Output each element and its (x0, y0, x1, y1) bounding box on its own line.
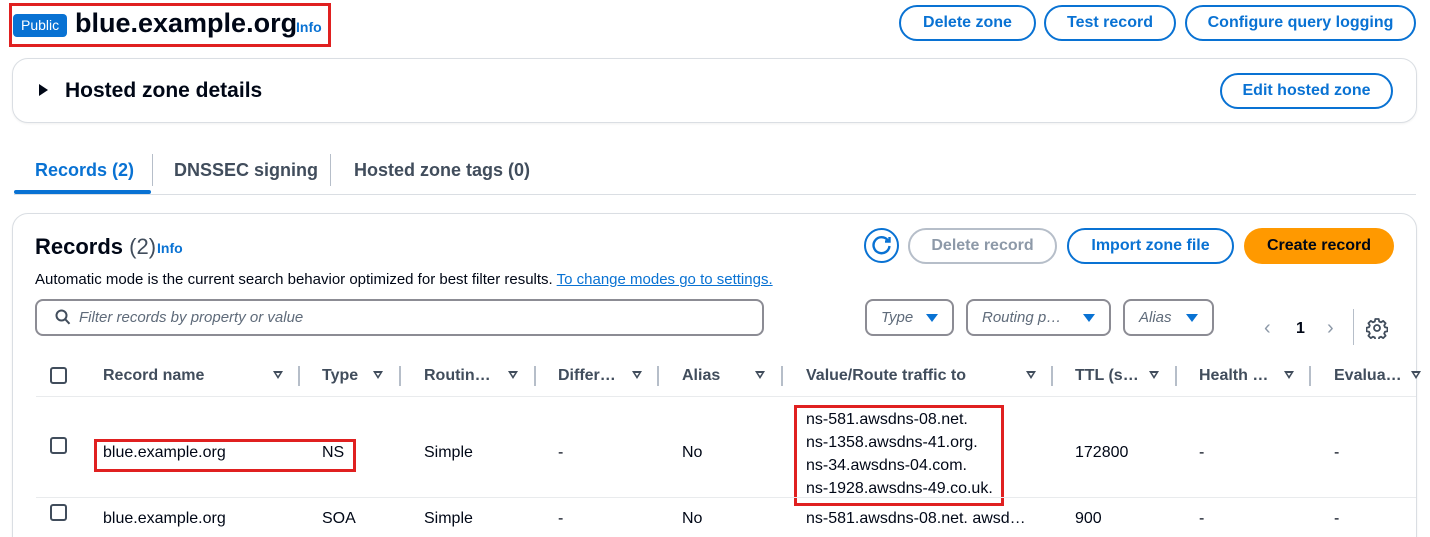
column-header-evaluate[interactable]: Evalua… (1334, 366, 1402, 386)
create-record-button[interactable]: Create record (1244, 228, 1394, 264)
row-divider (36, 497, 1416, 498)
column-divider[interactable] (298, 366, 300, 386)
column-divider[interactable] (781, 366, 783, 386)
sort-caret-icon[interactable] (1026, 371, 1036, 379)
type-cell: SOA (322, 510, 356, 527)
info-link[interactable]: Info (296, 19, 322, 35)
health-cell: - (1199, 444, 1205, 461)
settings-gear-icon[interactable] (1366, 317, 1388, 339)
annotation-highlight-values (794, 405, 1004, 506)
configure-query-logging-button[interactable]: Configure query logging (1185, 5, 1416, 41)
column-divider[interactable] (534, 366, 536, 386)
hosted-zone-details-title[interactable]: Hosted zone details (65, 78, 262, 104)
column-header-type[interactable]: Type (322, 366, 358, 386)
health-cell: - (1199, 510, 1205, 527)
alias-cell: No (682, 510, 703, 527)
test-record-button[interactable]: Test record (1044, 5, 1176, 41)
page-title: blue.example.org (75, 8, 298, 38)
tabs-baseline (14, 194, 1416, 195)
value-cell: ns-581.awsdns-08.net. awsd… (806, 510, 1026, 527)
current-page-number[interactable]: 1 (1296, 319, 1305, 339)
row-checkbox[interactable] (50, 504, 67, 521)
sort-caret-icon[interactable] (508, 371, 518, 379)
active-tab-indicator (14, 190, 151, 194)
filter-caret-icon (1083, 314, 1095, 322)
column-header-alias[interactable]: Alias (682, 366, 720, 386)
sort-caret-icon[interactable] (373, 371, 383, 379)
column-divider[interactable] (399, 366, 401, 386)
column-divider[interactable] (1309, 366, 1311, 386)
ttl-cell: 172800 (1075, 444, 1129, 461)
search-icon (55, 309, 71, 325)
sort-caret-icon[interactable] (755, 371, 765, 379)
sort-caret-icon[interactable] (1411, 371, 1421, 379)
import-zone-file-button[interactable]: Import zone file (1067, 228, 1234, 264)
column-header-record-name[interactable]: Record name (103, 366, 204, 386)
column-header-health[interactable]: Health … (1199, 366, 1268, 386)
refresh-button[interactable] (864, 228, 899, 263)
chevron-right-icon[interactable]: › (1327, 318, 1334, 338)
type-filter-select[interactable]: Type (865, 299, 954, 336)
row-checkbox[interactable] (50, 437, 67, 454)
refresh-icon (872, 236, 891, 255)
records-heading: Records (2) (35, 234, 157, 259)
table-header-divider (36, 396, 1416, 397)
alias-cell: No (682, 444, 703, 461)
pagination-divider (1353, 309, 1354, 345)
column-divider[interactable] (1051, 366, 1053, 386)
sort-caret-icon[interactable] (1284, 371, 1294, 379)
routing-cell: Simple (424, 510, 473, 527)
public-badge: Public (13, 14, 68, 37)
tab-divider (152, 154, 153, 186)
routing-policy-filter-select[interactable]: Routing p… (966, 299, 1111, 336)
record-name-cell[interactable]: blue.example.org (103, 509, 226, 529)
sort-caret-icon[interactable] (273, 371, 283, 379)
edit-hosted-zone-button[interactable]: Edit hosted zone (1220, 73, 1393, 109)
tab-divider (330, 154, 331, 186)
search-input[interactable]: Filter records by property or value (35, 299, 764, 336)
caret-right-icon[interactable] (39, 84, 48, 96)
alias-filter-select[interactable]: Alias (1123, 299, 1214, 336)
sort-caret-icon[interactable] (1149, 371, 1159, 379)
chevron-left-icon[interactable]: ‹ (1264, 318, 1271, 338)
routing-cell: Simple (424, 444, 473, 461)
column-header-routing[interactable]: Routin… (424, 366, 491, 386)
delete-record-button[interactable]: Delete record (908, 228, 1057, 264)
ttl-cell: 900 (1075, 510, 1102, 527)
records-info-link[interactable]: Info (157, 240, 183, 256)
column-divider[interactable] (657, 366, 659, 386)
search-mode-text: Automatic mode is the current search beh… (35, 271, 773, 288)
tab-dnssec-signing[interactable]: DNSSEC signing (174, 158, 318, 182)
differentiator-cell: - (558, 510, 564, 527)
filter-caret-icon (1186, 314, 1198, 322)
select-all-checkbox[interactable] (50, 367, 67, 384)
column-divider[interactable] (1175, 366, 1177, 386)
search-placeholder: Filter records by property or value (79, 309, 304, 326)
filter-caret-icon (926, 314, 938, 322)
tab-hosted-zone-tags[interactable]: Hosted zone tags (0) (354, 158, 530, 182)
tab-records[interactable]: Records (2) (35, 158, 134, 182)
sort-caret-icon[interactable] (632, 371, 642, 379)
change-modes-link[interactable]: To change modes go to settings. (557, 271, 773, 288)
column-header-ttl[interactable]: TTL (s… (1075, 366, 1139, 386)
annotation-highlight-record (94, 439, 356, 472)
records-count: (2) (129, 234, 157, 259)
column-header-differentiator[interactable]: Differ… (558, 366, 616, 386)
evaluate-cell: - (1334, 444, 1340, 461)
differentiator-cell: - (558, 444, 564, 461)
delete-zone-button[interactable]: Delete zone (899, 5, 1036, 41)
evaluate-cell: - (1334, 510, 1340, 527)
column-header-value[interactable]: Value/Route traffic to (806, 366, 966, 386)
